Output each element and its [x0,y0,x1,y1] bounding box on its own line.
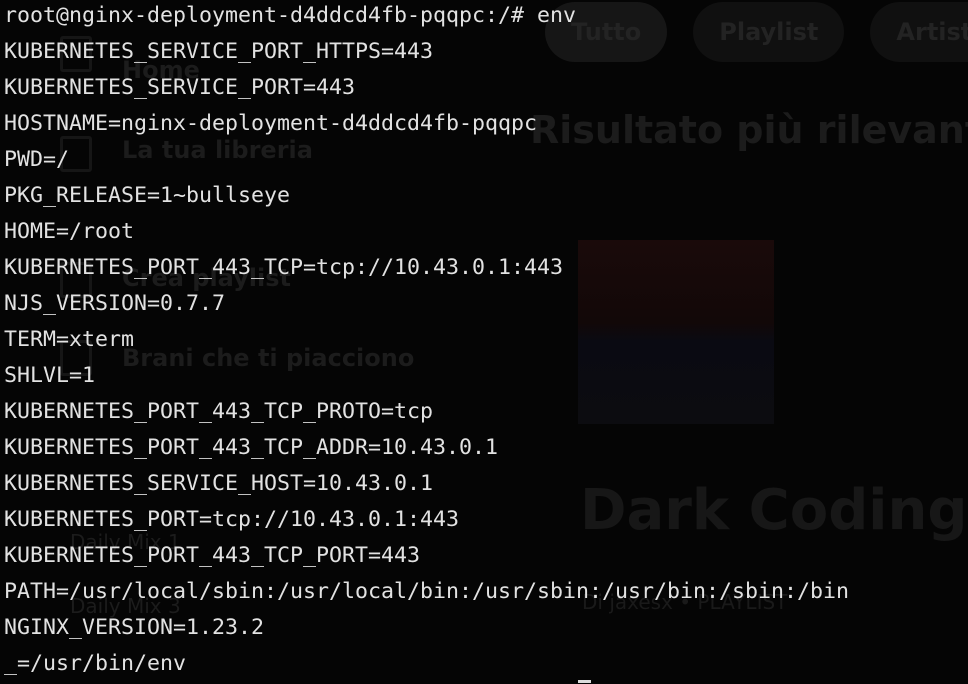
terminal-line: SHLVL=1 [4,363,96,388]
terminal-line: KUBERNETES_PORT_443_TCP_PORT=443 [4,543,421,568]
screen: Tutto Playlist Artisti Home La tua libre… [0,0,968,684]
terminal-line: KUBERNETES_PORT_443_TCP=tcp://10.43.0.1:… [4,255,564,280]
terminal-line: NJS_VERSION=0.7.7 [4,291,226,316]
terminal-line: KUBERNETES_PORT_443_TCP_ADDR=10.43.0.1 [4,435,499,460]
terminal-line: PKG_RELEASE=1~bullseye [4,183,291,208]
terminal-prompt-line: root@nginx-deployment-d4ddcd4fb-pqqpc:/#… [4,3,577,28]
terminal-line: KUBERNETES_SERVICE_PORT=443 [4,75,356,100]
terminal-line: HOME=/root [4,219,135,244]
terminal-cursor [578,680,591,683]
terminal-line: KUBERNETES_PORT=tcp://10.43.0.1:443 [4,507,460,532]
terminal-line: NGINX_VERSION=1.23.2 [4,615,265,640]
terminal-line: KUBERNETES_SERVICE_PORT_HTTPS=443 [4,39,434,64]
terminal-line: _=/usr/bin/env [4,651,187,676]
terminal-output[interactable]: root@nginx-deployment-d4ddcd4fb-pqqpc:/#… [4,0,968,684]
terminal-line: HOSTNAME=nginx-deployment-d4ddcd4fb-pqqp… [4,111,538,136]
terminal-line: KUBERNETES_PORT_443_TCP_PROTO=tcp [4,399,434,424]
terminal-line: KUBERNETES_SERVICE_HOST=10.43.0.1 [4,471,434,496]
terminal-line: TERM=xterm [4,327,135,352]
terminal-line: PWD=/ [4,147,70,172]
terminal-line: PATH=/usr/local/sbin:/usr/local/bin:/usr… [4,579,850,604]
